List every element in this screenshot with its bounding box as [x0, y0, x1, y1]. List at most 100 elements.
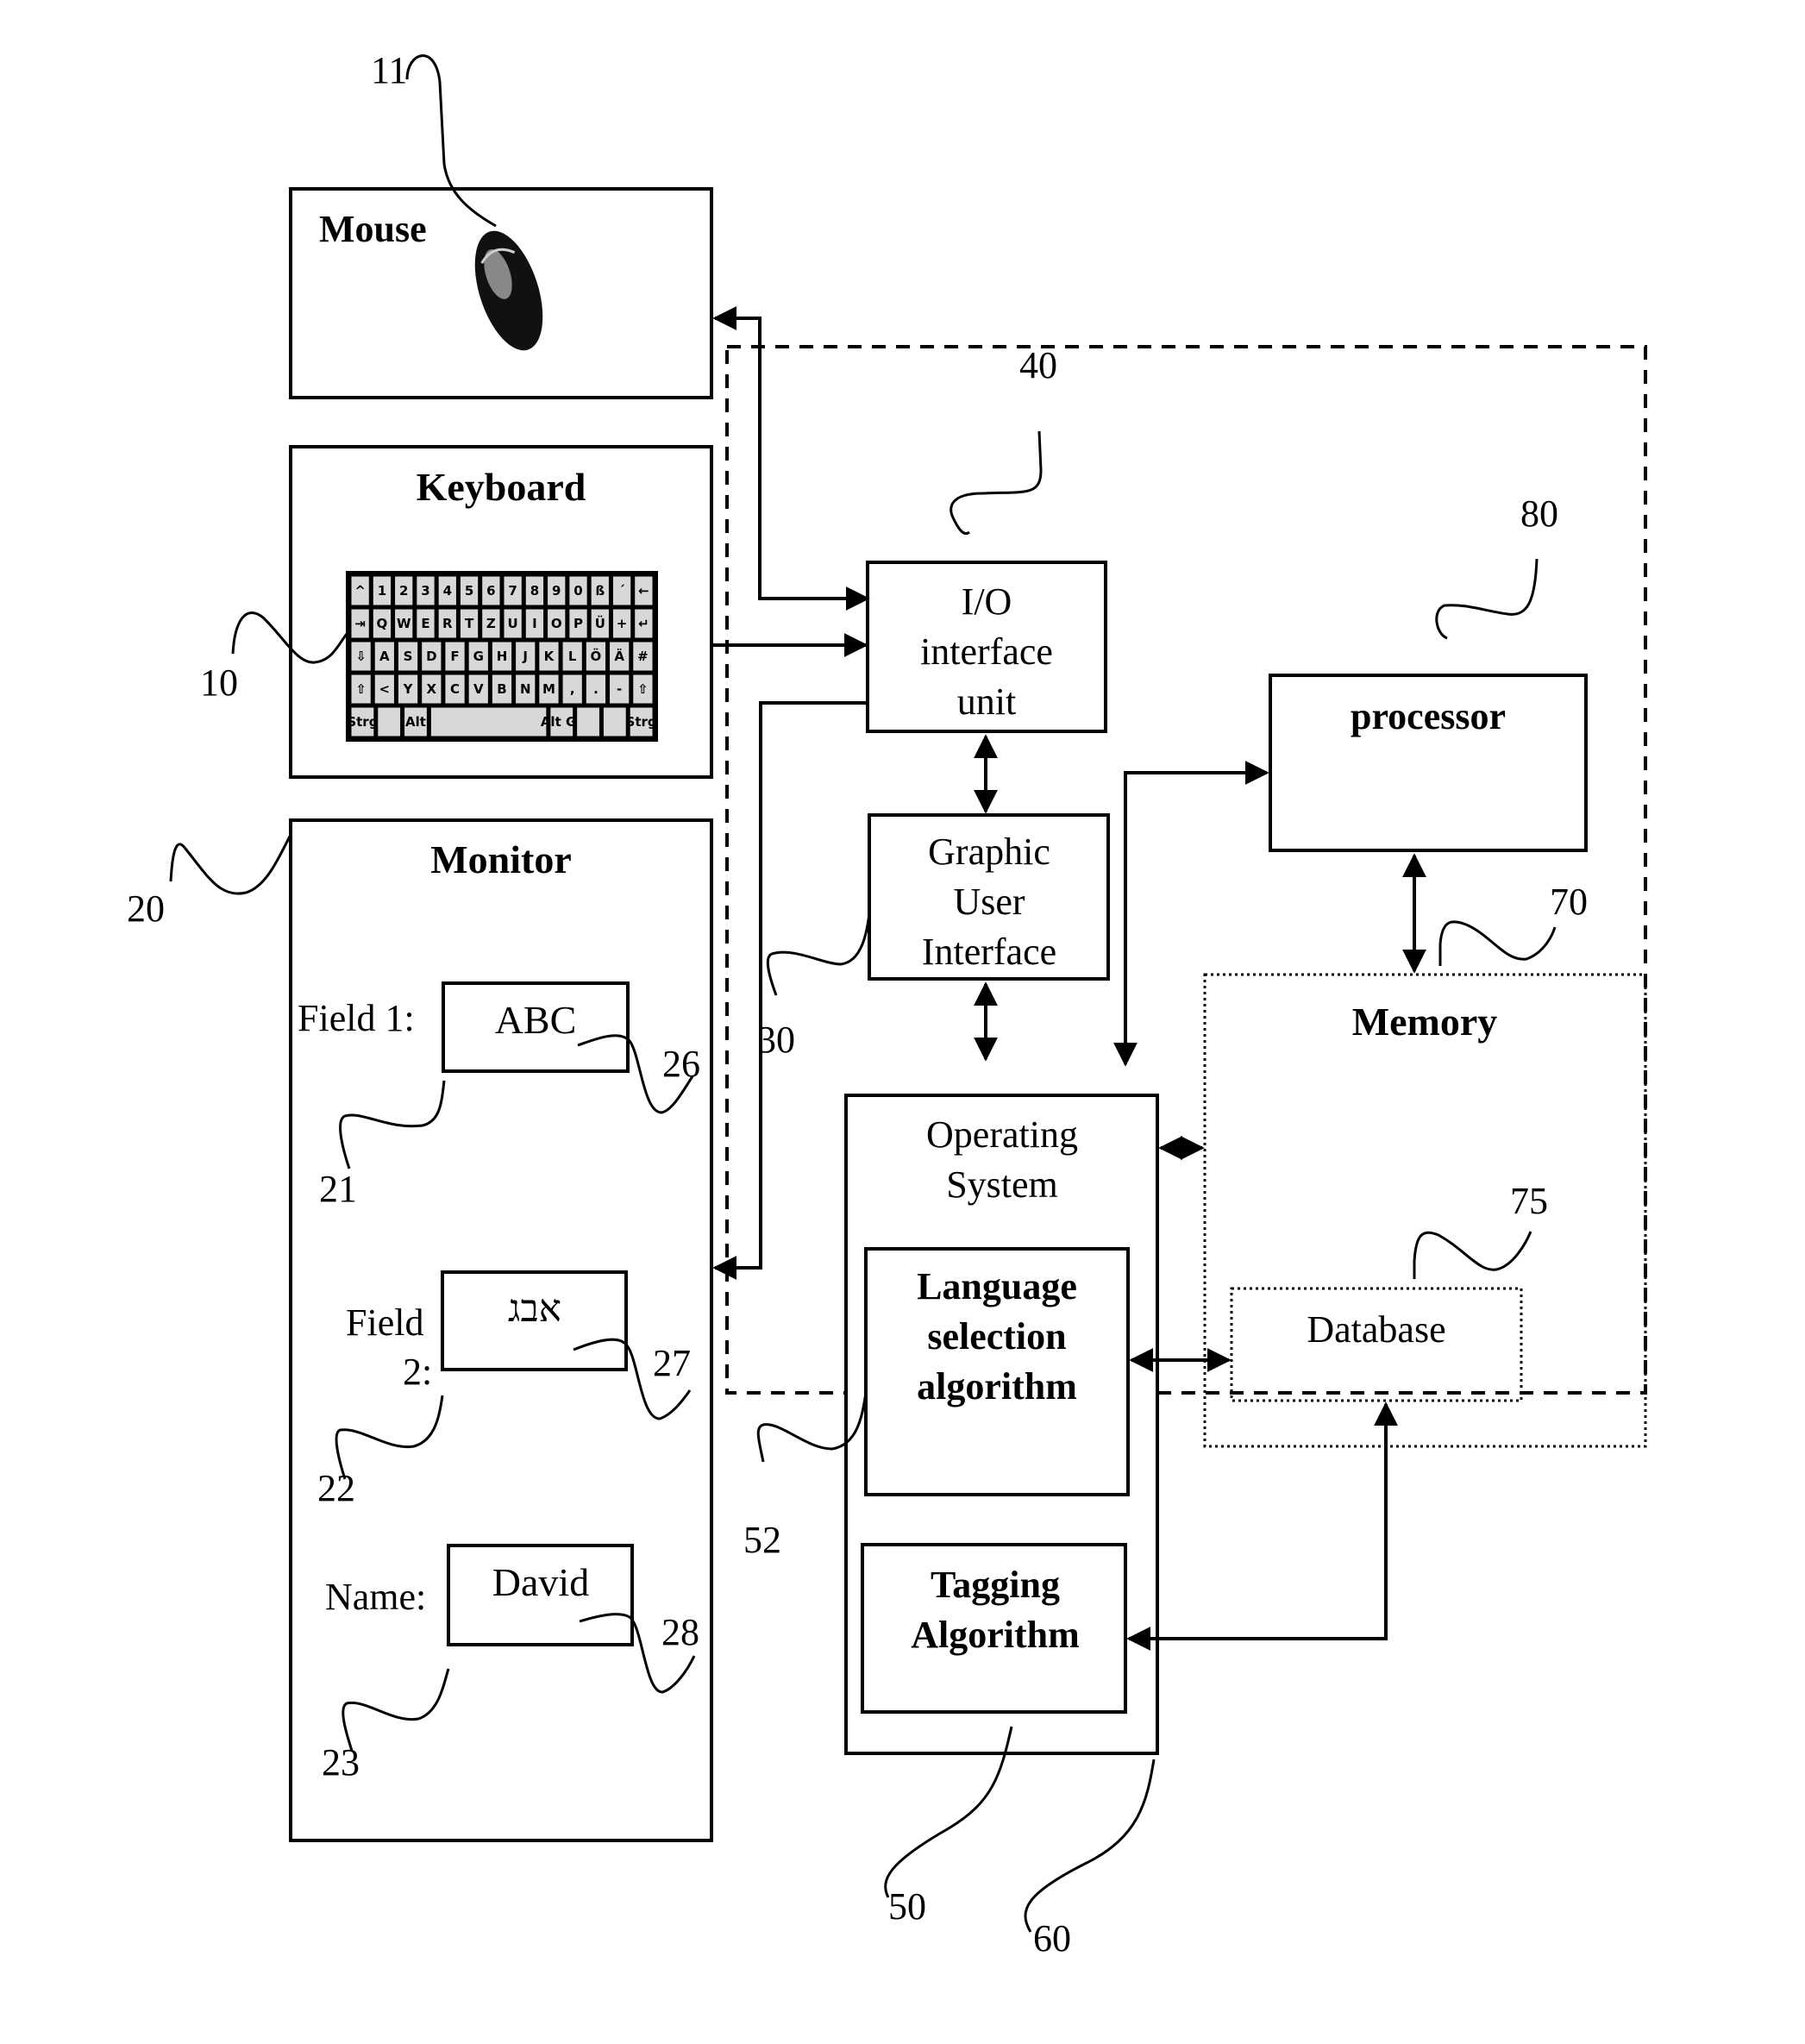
- keyboard-key-label: Strg: [347, 714, 378, 730]
- keyboard-key-label: W: [397, 616, 411, 631]
- connector-io-mouse: [712, 306, 870, 611]
- keyboard-key-label: A: [379, 649, 390, 664]
- ref-10: 10: [200, 661, 238, 704]
- keyboard-key-label: X: [427, 681, 437, 697]
- ref-21: 21: [319, 1168, 357, 1210]
- field1-label: Field 1:: [298, 997, 415, 1039]
- keyboard-key-label: K: [544, 649, 555, 664]
- memory-block[interactable]: Memory Database: [1203, 973, 1647, 1448]
- keyboard-key-label: Ä: [614, 648, 624, 664]
- keyboard-key-label: C: [450, 681, 460, 697]
- ref-26: 26: [662, 1043, 700, 1085]
- keyboard-key-label: O: [551, 616, 562, 631]
- keyboard-label: Keyboard: [417, 465, 586, 509]
- keyboard-key-label: J: [522, 649, 528, 664]
- leader-40: [950, 430, 1043, 536]
- name-label: Name:: [325, 1576, 426, 1618]
- keyboard-key-label: L: [568, 649, 577, 664]
- leader-70: [1438, 920, 1557, 966]
- keyboard-key-label: 0: [573, 583, 582, 599]
- connector-processor-os: [1113, 761, 1269, 1067]
- gui-line3: Interface: [922, 931, 1056, 973]
- keyboard-block[interactable]: Keyboard ^ 1 2 3 4 5 6 7 8 9 0 ß ´ ←⇥ Q W E R T Z U I O P Ü + ↵⇩ A S…: [289, 445, 713, 779]
- ref-20: 20: [127, 887, 165, 930]
- gui-line1: Graphic: [928, 831, 1050, 873]
- memory-box[interactable]: [1203, 973, 1647, 1448]
- keyboard-key-label: ↵: [638, 616, 649, 631]
- ref-27: 27: [653, 1342, 691, 1384]
- gui-line2: User: [953, 881, 1025, 923]
- patent-figure: Mouse 11 Keyboard ^ 1 2 3 4 5 6 7 8 9 0 ß ´ ← ⇥ Q W E R T Z U…: [0, 0, 1805, 2044]
- keyboard-key-label: ⇧: [355, 681, 367, 697]
- keyboard-key-label: B: [497, 681, 506, 697]
- keyboard-key: [601, 705, 628, 738]
- keyboard-key-label: T: [465, 616, 474, 631]
- gui-block[interactable]: Graphic User Interface: [868, 813, 1110, 981]
- ref-52: 52: [743, 1519, 781, 1561]
- io-interface-unit-block[interactable]: I/O interface unit: [866, 561, 1107, 733]
- keyboard-key-label: Q: [377, 616, 388, 631]
- os-line1: Operating: [926, 1113, 1078, 1156]
- ref-22: 22: [317, 1467, 355, 1509]
- ref-80: 80: [1520, 492, 1558, 535]
- tagging-line1: Tagging: [931, 1564, 1060, 1606]
- ref-75: 75: [1510, 1180, 1548, 1222]
- ref-50: 50: [888, 1885, 926, 1928]
- field1-value: ABC: [495, 998, 577, 1042]
- monitor-block[interactable]: Monitor Field 1: ABC Field 2: אבג Name: …: [289, 818, 713, 1842]
- keyboard-key-label: 2: [399, 583, 408, 599]
- keyboard-key-label: .: [593, 681, 599, 697]
- keyboard-key-label: ^: [354, 583, 366, 599]
- keyboard-key-label: Strg: [626, 714, 657, 730]
- processor-label: processor: [1351, 695, 1506, 737]
- keyboard-key-label: S: [404, 649, 413, 664]
- keyboard-key-label: ,: [570, 681, 575, 697]
- ref-23: 23: [322, 1741, 360, 1784]
- keyboard-key-label: I: [532, 616, 537, 631]
- database-label: Database: [1307, 1308, 1445, 1351]
- keyboard-key-label: +: [617, 616, 628, 631]
- keyboard-key-label: #: [637, 649, 649, 664]
- leader-30: [766, 913, 871, 996]
- os-line2: System: [946, 1163, 1058, 1206]
- keyboard-key-label: ⇥: [354, 616, 366, 631]
- leader-80: [1435, 558, 1539, 640]
- keyboard-key-label: ß: [595, 583, 605, 599]
- keyboard-key-label: 1: [378, 583, 386, 599]
- keyboard-key-label: ⇩: [355, 649, 367, 664]
- ref-11: 11: [371, 49, 407, 91]
- processor-block[interactable]: processor: [1269, 674, 1588, 852]
- keyboard-key-label: -: [617, 681, 622, 697]
- keyboard-key-label: 3: [421, 583, 429, 599]
- keyboard-key-label: <: [379, 681, 391, 697]
- keyboard-key-label: 7: [508, 583, 517, 599]
- keyboard-key-label: G: [473, 649, 484, 664]
- mouse-label: Mouse: [319, 208, 427, 250]
- mouse-block[interactable]: Mouse: [289, 187, 713, 399]
- keyboard-key-label: Z: [486, 616, 496, 631]
- connector-database-tagging: [1126, 1401, 1398, 1651]
- keyboard-key-label: F: [450, 649, 459, 664]
- language-selection-line1: Language: [917, 1265, 1077, 1307]
- keyboard-key-label: E: [421, 616, 429, 631]
- field2-value: אבג: [508, 1288, 561, 1330]
- keyboard-key-label: R: [442, 616, 453, 631]
- keyboard-key-label: D: [426, 649, 436, 664]
- keyboard-key-label: M: [542, 681, 555, 697]
- language-selection-line2: selection: [927, 1315, 1066, 1357]
- keyboard-key-label: ´: [618, 583, 625, 599]
- leader-60: [1024, 1759, 1156, 1933]
- keyboard-key-label: U: [508, 616, 518, 631]
- keyboard-key-label: Y: [403, 681, 414, 697]
- keyboard-key-label: ←: [638, 583, 649, 599]
- leader-20: [169, 834, 292, 895]
- monitor-label: Monitor: [430, 837, 572, 881]
- io-unit-line3: unit: [957, 680, 1016, 723]
- keyboard-key-label: 9: [552, 583, 561, 599]
- keyboard-key-label: Ö: [591, 648, 602, 664]
- keyboard-key-label: 5: [465, 583, 473, 599]
- operating-system-block[interactable]: Operating System Language selection algo…: [844, 1094, 1159, 1755]
- keyboard-key: [429, 705, 548, 738]
- io-unit-line1: I/O: [962, 580, 1012, 623]
- keyboard-key-label: 4: [443, 583, 452, 599]
